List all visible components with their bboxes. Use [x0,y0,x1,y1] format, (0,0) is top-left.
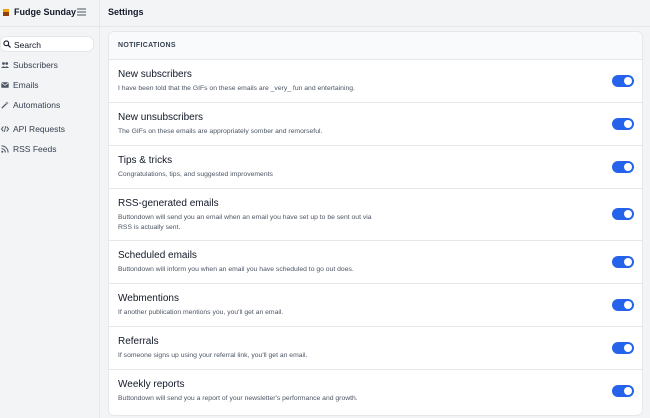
notification-title: Webmentions [118,293,179,304]
brand-logo-icon [3,9,9,16]
envelope-icon [1,82,9,88]
search-input[interactable]: Search [0,36,94,52]
sidebar-item-label: Emails [13,80,39,90]
divider [109,145,642,146]
toggle-weekly-reports[interactable] [612,385,634,397]
toggle-referrals[interactable] [612,342,634,354]
search-icon [3,40,11,48]
toggle-webmentions[interactable] [612,299,634,311]
hamburger-menu-icon[interactable] [77,8,86,16]
toggle-knob [624,387,632,395]
page-title: Settings [108,7,144,17]
search-label: Search [14,40,41,50]
toggle-knob [624,301,632,309]
toggle-rss-generated-emails[interactable] [612,208,634,220]
toggle-tips-tricks[interactable] [612,161,634,173]
sidebar-item-label: Subscribers [13,60,58,70]
rss-icon [1,145,9,153]
divider [109,326,642,327]
notifications-heading: NOTIFICATIONS [118,42,176,49]
divider [109,188,642,189]
sidebar-item-label: RSS Feeds [13,144,57,154]
sidebar-item-api-requests[interactable]: API Requests [0,123,98,137]
brand[interactable]: Fudge Sunday [0,0,100,26]
notification-title: RSS-generated emails [118,198,219,209]
toggle-knob [624,163,632,171]
sidebar-item-rss-feeds[interactable]: RSS Feeds [0,143,98,157]
notification-title: New subscribers [118,69,192,80]
notification-description: I have been told that the GIFs on these … [118,85,355,92]
notification-description: Buttondown will send you a report of you… [118,395,358,402]
toggle-knob [624,344,632,352]
notification-title: Weekly reports [118,379,185,390]
divider [109,283,642,284]
brand-name: Fudge Sunday [14,7,77,17]
sidebar-item-automations[interactable]: Automations [0,99,98,113]
sidebar-item-label: API Requests [13,124,65,134]
sidebar-item-label: Automations [13,100,61,110]
notification-description: If another publication mentions you, you… [118,309,284,316]
notification-description: Buttondown will inform you when an email… [118,266,354,273]
notification-description: Buttondown will send you an email when a… [118,214,372,231]
code-icon [1,126,9,132]
users-icon [1,62,9,68]
toggle-scheduled-emails[interactable] [612,256,634,268]
divider [109,369,642,370]
toggle-new-subscribers[interactable] [612,75,634,87]
notifications-panel: NOTIFICATIONS New subscribers I have bee… [108,31,643,416]
toggle-knob [624,120,632,128]
notification-title: New unsubscribers [118,112,204,123]
toggle-knob [624,77,632,85]
toggle-new-unsubscribers[interactable] [612,118,634,130]
sidebar: Fudge Sunday Search Subscribers Emails A… [0,0,100,418]
divider [109,240,642,241]
notification-description: If someone signs up using your referral … [118,352,308,359]
panel-header: NOTIFICATIONS [109,32,642,60]
notification-description: Congratulations, tips, and suggested imp… [118,171,273,178]
header-divider [0,26,650,27]
toggle-knob [624,258,632,266]
sidebar-item-emails[interactable]: Emails [0,79,98,93]
toggle-knob [624,210,632,218]
notification-title: Scheduled emails [118,250,197,261]
sidebar-item-subscribers[interactable]: Subscribers [0,59,98,73]
divider [109,102,642,103]
notification-description: The GIFs on these emails are appropriate… [118,128,323,135]
notification-title: Referrals [118,336,159,347]
notification-title: Tips & tricks [118,155,173,166]
wand-icon [1,101,9,109]
